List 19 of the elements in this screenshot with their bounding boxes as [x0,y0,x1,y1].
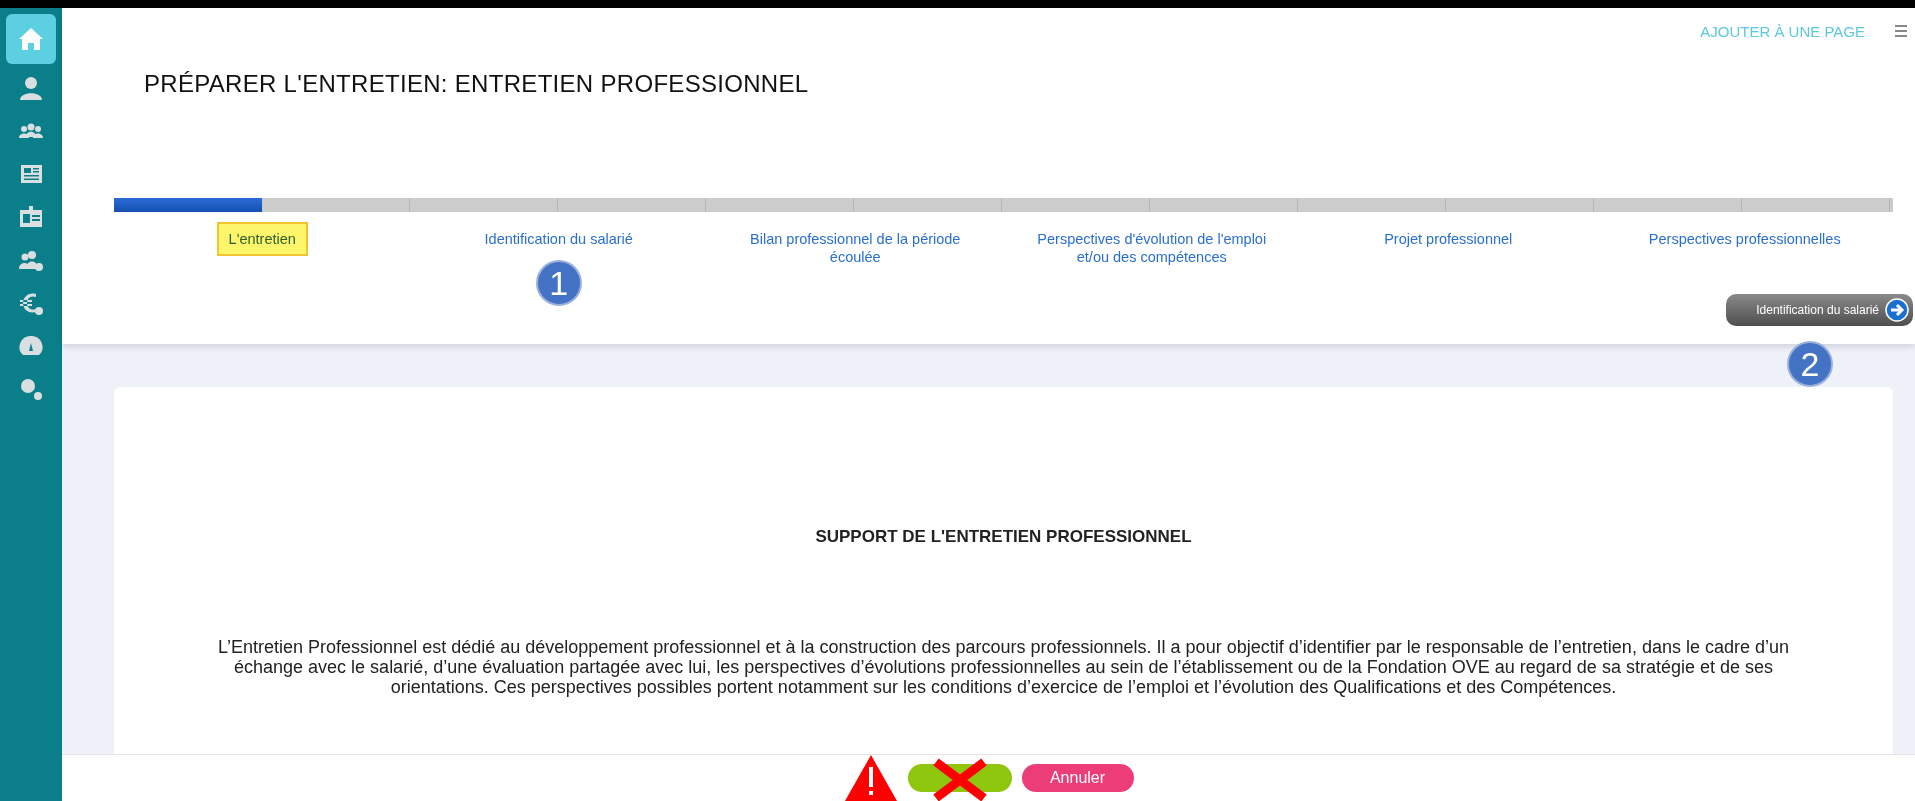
step-tab[interactable]: Bilan professionnel de la période écoulée [718,222,993,274]
arrow-right-icon [1885,298,1909,322]
sliders-icon[interactable] [1895,22,1907,40]
step-tab[interactable]: Perspectives d'évolution de l'emploi et/ou des compétences [1014,222,1289,274]
id-card-icon [18,204,44,230]
step-tab[interactable]: Projet professionnel [1372,222,1525,256]
section-heading: SUPPORT DE L'ENTRETIEN PROFESSIONNEL [814,527,1193,547]
callout-number: 1 [535,260,582,306]
cancel-button[interactable]: Annuler [1021,764,1134,792]
intro-paragraph: L’Entretien Professionnel est dédié au développement professionnel et à la construction des parcours professionnels. Il a pour objectif d’identifier par le responsable de l’entretien, dans le cadre d’un échange avec le salarié, d’une évaluation partagée avec lui, les perspectives d’évolutions professionnelles au sein de l’établissement ou de la Fondation OVE au regard de sa stratégie et de ses orientations. Ces perspectives possibles portent notamment sur les conditions d’exercice de l’emploi et l’évolution des Qualifications et des Compétences. [217,637,1790,697]
step-tab[interactable]: Identification du salarié [472,222,645,256]
next-step-button[interactable]: Identification du salarié [1726,294,1913,326]
step-tab[interactable]: L'entretien [216,222,308,256]
sidebar-item[interactable] [6,14,56,64]
home-icon [18,26,44,52]
step-tab[interactable]: Perspectives professionnelles [1636,222,1853,256]
person-icon [18,75,44,101]
callout-number: 2 [1787,341,1833,387]
page-title: PRÉPARER L'ENTRETIEN: ENTRETIEN PROFESSIONNEL [144,70,810,98]
